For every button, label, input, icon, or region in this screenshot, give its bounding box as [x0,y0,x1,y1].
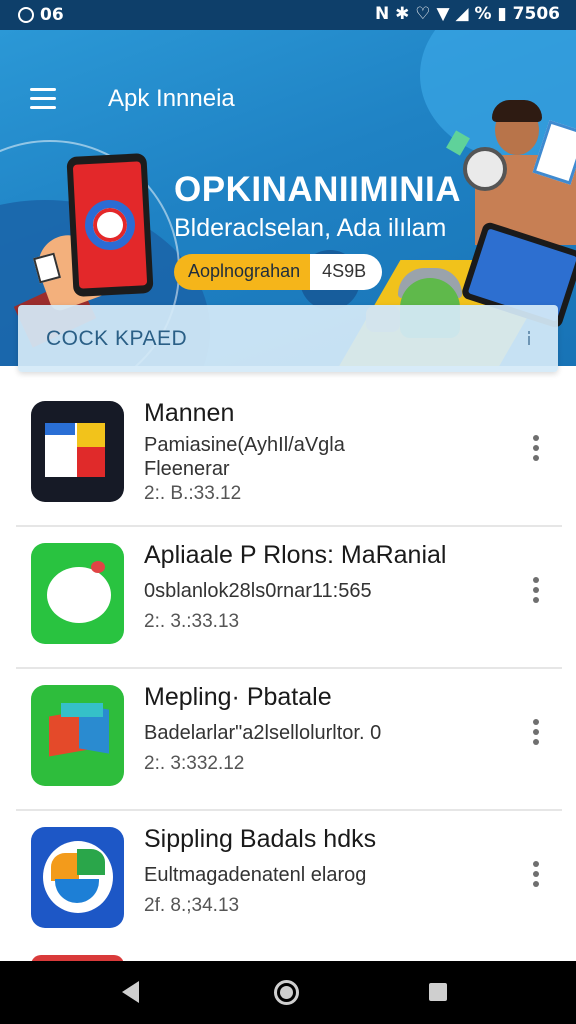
mic-icon[interactable] [526,331,532,345]
system-nav-bar [0,961,576,1024]
app-name: Mannen [144,399,235,427]
cube-icon [31,685,124,786]
app-description: Pamiasine(AyhIl/aVgla Fleenerar [144,433,345,481]
more-vert-icon[interactable] [532,861,540,889]
more-vert-icon[interactable] [532,719,540,747]
app-meta: 2:. 3.:33.13 [144,611,240,632]
banner-cta-value: 4S9B [310,254,383,290]
status-time-left: 06 [40,5,64,25]
more-vert-icon[interactable] [532,435,540,463]
illustration-person-hair [492,100,542,122]
app-name: Apliaale P Rlons: MaRanial [144,541,447,569]
app-name: Mepling· Pbatale [144,683,332,711]
list-item[interactable]: Mannen Pamiasine(AyhIl/aVgla Fleenerar 2… [0,385,576,527]
notification-icon [18,7,34,23]
app-description-line: Pamiasine(AyhIl/aVgla [144,434,345,456]
app-description-line: Fleenerar [144,458,230,480]
gauge-icon [463,147,507,191]
banner-cta[interactable]: Aoplnograhan 4S9B [174,254,383,290]
status-indicators: N ✱ ♡ ▼ ◢ % ▮ 7506 [375,4,560,24]
hamburger-icon[interactable] [30,88,56,110]
banner-cta-label: Aoplnograhan [174,254,311,290]
app-meta: 2:. B.:33.12 [144,483,242,504]
search-input[interactable]: COCK KPAED [46,327,187,351]
banner-headline: OPKINANIIMINIA [174,170,461,209]
search-bar[interactable]: COCK KPAED [18,305,558,372]
app-description: Badelarlar"a2lsellolurltor. 0 [144,722,382,744]
status-bar: 06 N ✱ ♡ ▼ ◢ % ▮ 7506 [0,0,576,30]
app-description: 0sblanlok28ls0rnar11:565 [144,580,372,602]
red-white-flag-icon [31,401,124,502]
app-list: Mannen Pamiasine(AyhIl/aVgla Fleenerar 2… [0,385,576,953]
back-icon[interactable] [122,981,139,1003]
phone-illustration [66,153,154,297]
app-description: Eultmagadenatenl elarog [144,864,367,886]
circular-g-icon [31,827,124,928]
app-title: Apk Innneia [108,85,235,112]
list-item[interactable]: Sippling Badals hdks Eultmagadenatenl el… [0,811,576,953]
app-meta: 2:. 3:332.12 [144,753,245,774]
list-item[interactable]: Apliaale P Rlons: MaRanial 0sblanlok28ls… [0,527,576,669]
app-name: Sippling Badals hdks [144,825,377,853]
recent-apps-icon[interactable] [429,983,447,1001]
green-chat-bubble-icon [31,543,124,644]
list-item[interactable]: Mepling· Pbatale Badelarlar"a2lsellolurl… [0,669,576,811]
home-icon[interactable] [274,980,299,1005]
banner-subtitle: Blderaclselan, Ada ilılam [174,214,447,242]
app-logo-icon [83,198,137,252]
app-meta: 2f. 8.;34.13 [144,895,240,916]
more-vert-icon[interactable] [532,577,540,605]
status-left: 06 [18,5,64,25]
